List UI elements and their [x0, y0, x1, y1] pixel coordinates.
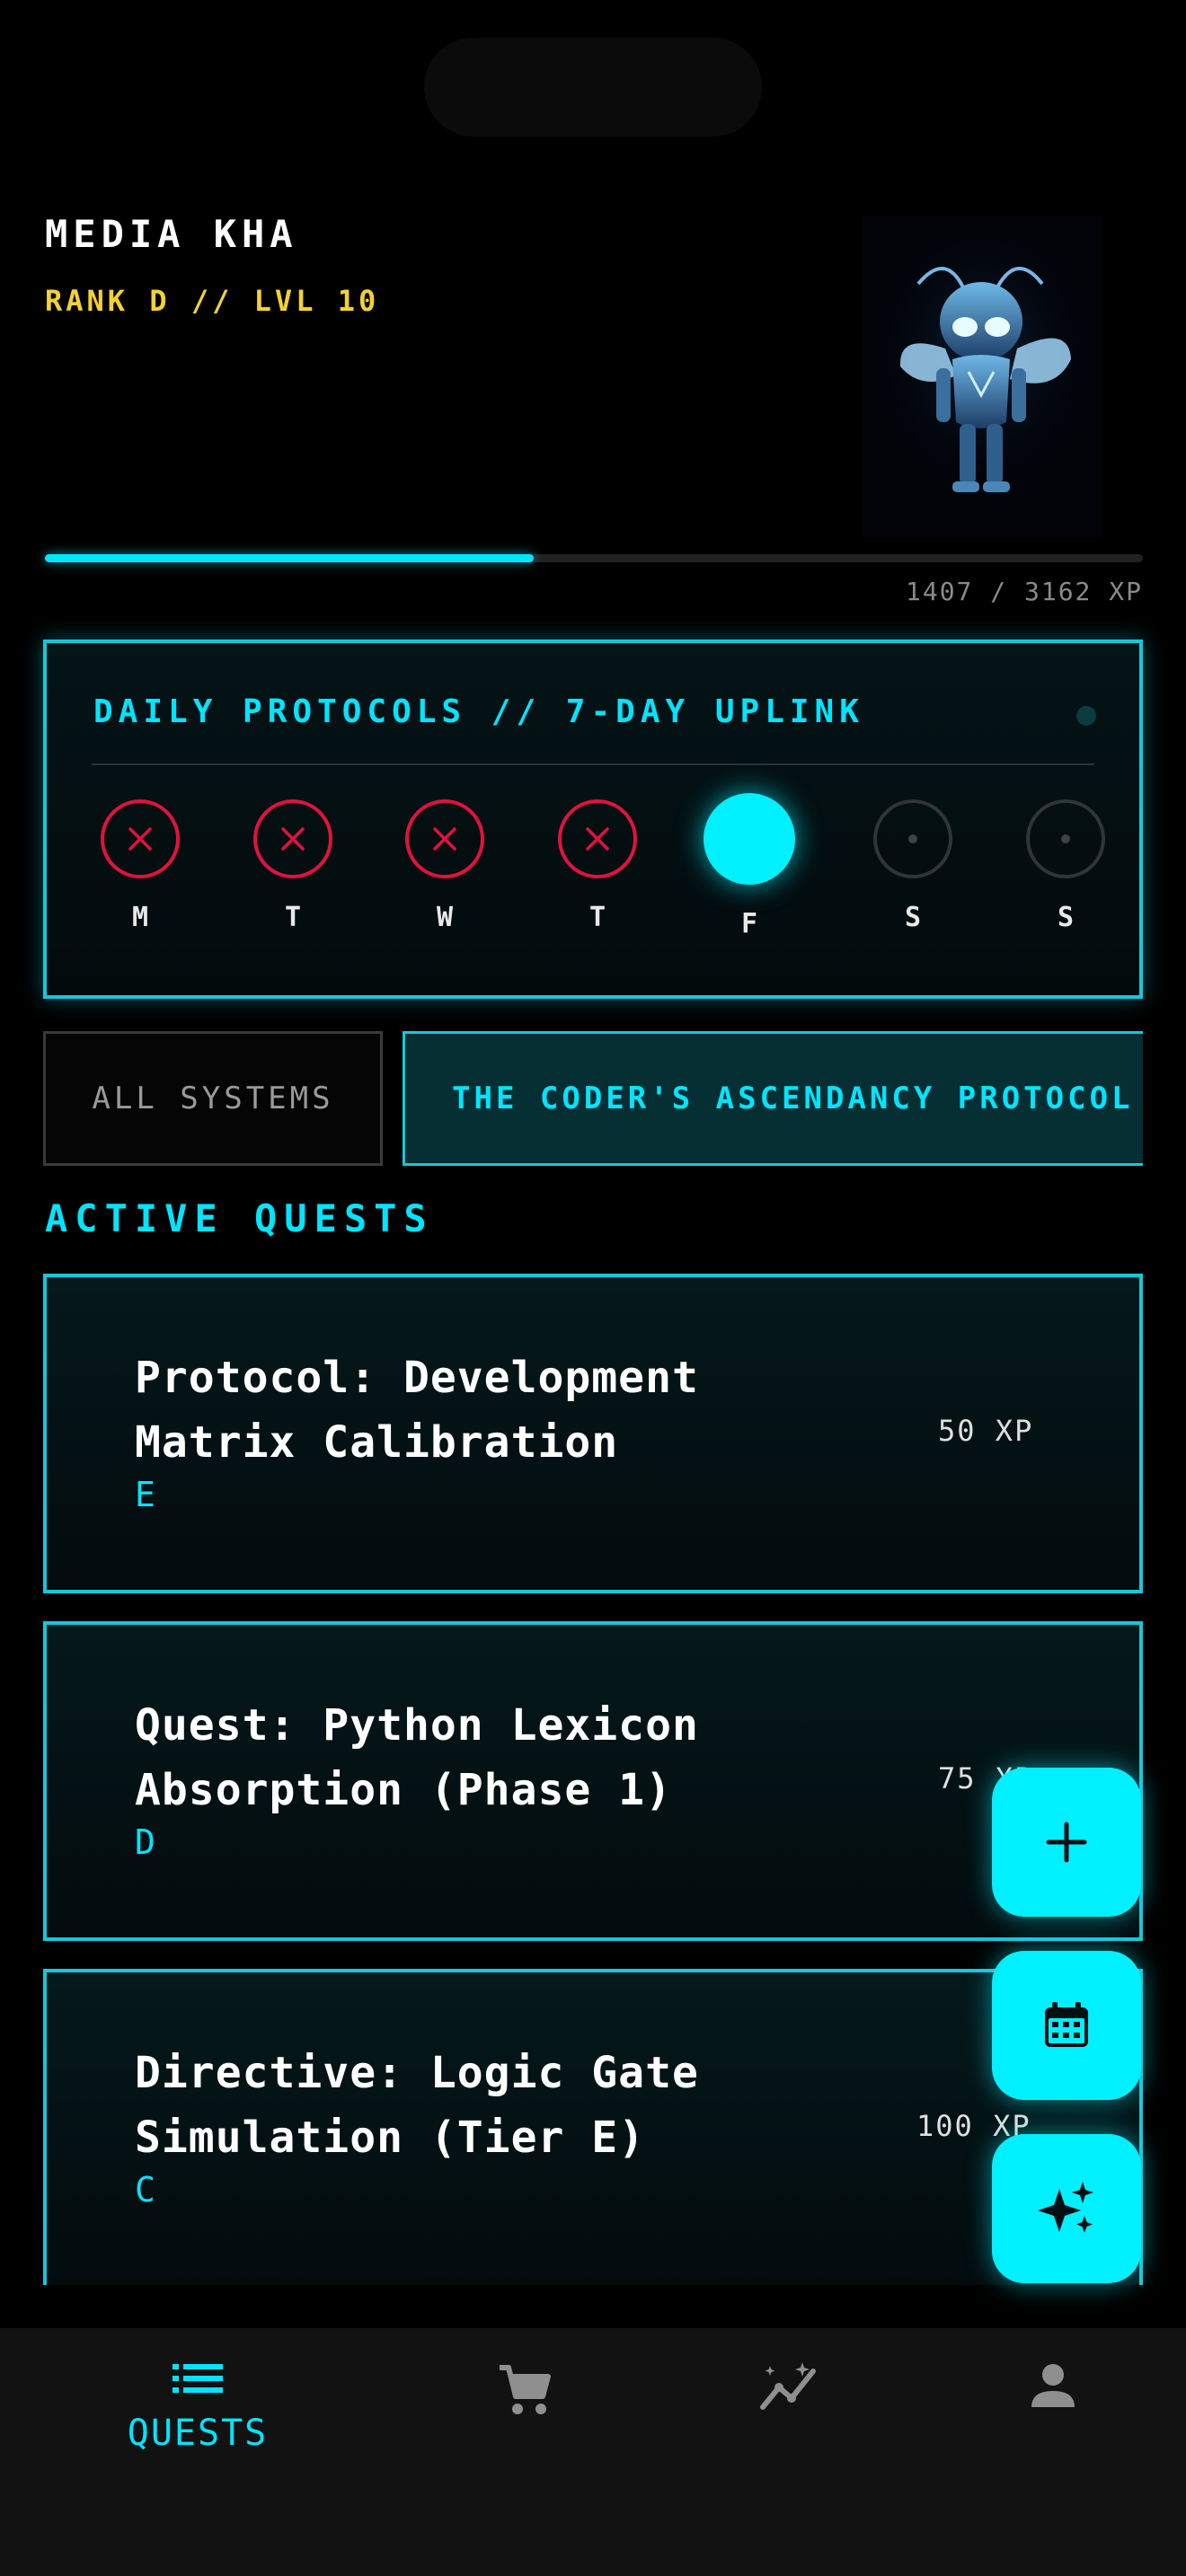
pending-dot-icon — [1026, 799, 1105, 878]
avatar[interactable] — [863, 216, 1102, 537]
filter-all-systems[interactable]: ALL SYSTEMS — [43, 1031, 383, 1166]
xp-progress-text: 1407 / 3162 XP — [905, 577, 1143, 606]
xp-progress-fill — [45, 554, 534, 562]
list-icon — [173, 2364, 223, 2393]
day-friday-today[interactable]: F — [695, 793, 803, 940]
camera-notch — [424, 38, 762, 137]
active-quests-title: ACTIVE QUESTS — [45, 1196, 434, 1240]
nav-profile[interactable] — [963, 2360, 1143, 2414]
day-label: S — [1057, 902, 1075, 933]
missed-x-icon — [253, 799, 332, 878]
day-thursday[interactable]: T — [544, 799, 651, 933]
analytics-icon — [760, 2362, 816, 2410]
status-indicator — [1076, 706, 1096, 726]
missed-x-icon — [101, 799, 180, 878]
protocols-title: DAILY PROTOCOLS // 7-DAY UPLINK — [93, 693, 864, 730]
missed-x-icon — [558, 799, 637, 878]
day-saturday[interactable]: S — [859, 799, 967, 933]
person-icon — [1031, 2364, 1075, 2407]
day-label: W — [436, 902, 454, 933]
quest-card[interactable]: Quest: Python Lexicon Absorption (Phase … — [43, 1621, 1143, 1941]
quest-title: Quest: Python Lexicon Absorption (Phase … — [135, 1700, 699, 1815]
day-label: F — [740, 908, 758, 940]
bottom-navigation: QUESTS — [0, 2328, 1186, 2576]
quest-rank: E — [135, 1475, 155, 1514]
filter-coders-ascendancy[interactable]: THE CODER'S ASCENDANCY PROTOCOL — [403, 1031, 1143, 1166]
quest-title: Protocol: Development Matrix Calibration — [135, 1353, 699, 1468]
calendar-icon — [1045, 2002, 1088, 2047]
xp-progress-bar — [45, 554, 1143, 562]
user-rank-level: RANK D // LVL 10 — [45, 284, 380, 318]
quest-rank: D — [135, 1822, 155, 1862]
robot-avatar-image — [863, 216, 1102, 537]
filter-label: THE CODER'S ASCENDANCY PROTOCOL — [452, 1081, 1134, 1116]
quest-rank: C — [135, 2170, 155, 2210]
day-label: T — [284, 902, 302, 933]
nav-quests-label: QUESTS — [127, 2413, 269, 2454]
day-label: T — [589, 902, 606, 933]
day-tuesday[interactable]: T — [239, 799, 347, 933]
daily-protocols-panel: DAILY PROTOCOLS // 7-DAY UPLINK M T W T … — [43, 640, 1143, 999]
nav-shop[interactable] — [435, 2360, 615, 2422]
quest-card[interactable]: Directive: Logic Gate Simulation (Tier E… — [43, 1969, 1143, 2289]
plus-icon — [1046, 1822, 1087, 1863]
day-wednesday[interactable]: W — [391, 799, 499, 933]
day-sunday[interactable]: S — [1012, 799, 1120, 933]
ai-generate-button[interactable] — [992, 2134, 1141, 2283]
quest-xp: 50 XP — [938, 1414, 1034, 1448]
pending-dot-icon — [873, 799, 952, 878]
user-name: MEDIA KHA — [45, 212, 298, 256]
today-indicator — [704, 793, 795, 885]
nav-quests[interactable]: QUESTS — [108, 2360, 288, 2454]
nav-analytics[interactable] — [701, 2360, 881, 2418]
cart-icon — [500, 2365, 551, 2414]
calendar-button[interactable] — [992, 1951, 1141, 2100]
quest-card[interactable]: Protocol: Development Matrix Calibration… — [43, 1274, 1143, 1593]
divider — [92, 763, 1094, 765]
missed-x-icon — [405, 799, 484, 878]
day-label: M — [131, 902, 149, 933]
add-quest-button[interactable] — [992, 1768, 1141, 1917]
quest-title: Directive: Logic Gate Simulation (Tier E… — [135, 2048, 699, 2163]
day-monday[interactable]: M — [86, 799, 194, 933]
sparkles-icon — [1038, 2182, 1093, 2233]
list-scroll-mask — [0, 2285, 1186, 2328]
day-label: S — [904, 902, 922, 933]
